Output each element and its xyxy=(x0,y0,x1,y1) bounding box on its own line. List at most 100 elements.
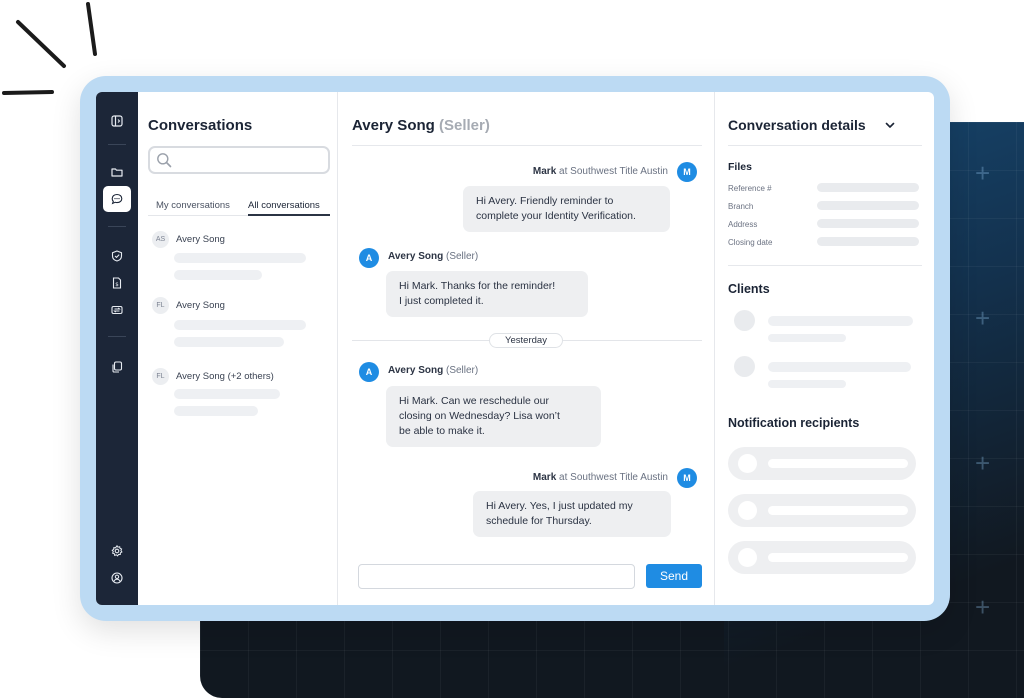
files-section-title: Files xyxy=(728,161,752,173)
field-value-placeholder xyxy=(817,219,919,228)
message-bubble: Hi Mark. Can we reschedule our closing o… xyxy=(386,386,601,447)
left-rail: $ xyxy=(96,92,138,605)
message-sender: Mark at Southwest Title Austin xyxy=(533,166,668,177)
sender-org: at Southwest Title Austin xyxy=(559,166,668,177)
profile-nav-button[interactable] xyxy=(103,565,131,591)
client-avatar-placeholder xyxy=(734,310,755,331)
transfer-icon xyxy=(111,305,123,315)
svg-text:$: $ xyxy=(115,282,119,288)
sender-org: (Seller) xyxy=(445,365,479,376)
message-sender: Avery Song (Seller) xyxy=(388,251,478,262)
message-bubble: Hi Mark. Thanks for the reminder! I just… xyxy=(386,271,588,317)
sender-org: at Southwest Title Austin xyxy=(559,472,668,483)
transfers-nav-button[interactable] xyxy=(103,297,131,323)
field-label: Reference # xyxy=(728,184,772,193)
field-label: Closing date xyxy=(728,238,773,247)
plus-decoration-icon: + xyxy=(975,592,991,622)
files-nav-button[interactable] xyxy=(103,159,131,185)
details-panel: Conversation details Files Reference # B… xyxy=(716,92,934,605)
recipient-name-placeholder xyxy=(768,459,908,468)
message-sender: Avery Song (Seller) xyxy=(388,365,478,376)
avatar: A xyxy=(359,248,379,268)
settings-nav-button[interactable] xyxy=(103,538,131,564)
active-tab-indicator xyxy=(248,214,330,216)
chat-panel: Avery Song (Seller) Mark at Southwest Ti… xyxy=(339,92,715,605)
divider xyxy=(352,145,702,146)
message-bubble: Hi Avery. Yes, I just updated my schedul… xyxy=(473,491,671,537)
sender-name: Avery Song xyxy=(388,365,444,376)
avatar: AS xyxy=(152,231,169,248)
conversations-nav-button[interactable] xyxy=(103,186,131,212)
shield-icon xyxy=(111,250,123,262)
folder-icon xyxy=(111,168,123,177)
field-value-placeholder xyxy=(817,183,919,192)
field-value-placeholder xyxy=(817,201,919,210)
plus-decoration-icon: + xyxy=(975,158,991,188)
details-title: Conversation details xyxy=(728,117,866,133)
clients-section-title: Clients xyxy=(728,282,770,296)
client-placeholder xyxy=(768,380,846,388)
tab-all-conversations[interactable]: All conversations xyxy=(248,200,320,211)
field-value-placeholder xyxy=(817,237,919,246)
conversation-list-item[interactable]: AS Avery Song xyxy=(152,231,332,291)
contact-name: Avery Song xyxy=(352,117,435,134)
chat-header: Avery Song (Seller) xyxy=(352,117,490,134)
preview-placeholder xyxy=(174,253,306,263)
rail-divider xyxy=(108,336,126,337)
rail-divider xyxy=(108,144,126,145)
avatar: M xyxy=(677,468,697,488)
conversation-tabs: My conversations All conversations xyxy=(148,198,330,216)
search-input[interactable] xyxy=(148,146,330,174)
client-placeholder xyxy=(768,316,913,326)
tab-my-conversations[interactable]: My conversations xyxy=(156,200,230,211)
recipient-placeholder xyxy=(728,494,916,527)
sidebar-toggle-button[interactable] xyxy=(103,108,131,134)
app-window: $ Conversations My conversations All con… xyxy=(96,92,934,605)
preview-placeholder xyxy=(174,270,262,280)
field-label: Address xyxy=(728,220,758,229)
chat-icon xyxy=(111,193,123,205)
preview-placeholder xyxy=(174,406,258,416)
recipient-avatar-placeholder xyxy=(738,501,757,520)
plus-decoration-icon: + xyxy=(975,303,991,333)
plus-decoration-icon: + xyxy=(975,448,991,478)
conversations-panel: Conversations My conversations All conve… xyxy=(138,92,338,605)
client-placeholder xyxy=(768,334,846,342)
sender-name: Avery Song xyxy=(388,251,444,262)
client-placeholder xyxy=(768,362,911,372)
recipient-placeholder xyxy=(728,541,916,574)
avatar: M xyxy=(677,162,697,182)
conversation-list-item[interactable]: FL Avery Song (+2 others) xyxy=(152,368,332,428)
search-icon xyxy=(157,153,172,168)
conversation-list-item[interactable]: FL Avery Song xyxy=(152,297,332,357)
avatar: FL xyxy=(152,368,169,385)
recipient-avatar-placeholder xyxy=(738,454,757,473)
divider xyxy=(728,145,922,146)
contact-role: (Seller) xyxy=(438,117,490,134)
message-sender: Mark at Southwest Title Austin xyxy=(533,472,668,483)
security-nav-button[interactable] xyxy=(103,243,131,269)
sender-org: (Seller) xyxy=(445,251,479,262)
send-button[interactable]: Send xyxy=(646,564,702,588)
conversation-name: Avery Song (+2 others) xyxy=(176,371,274,382)
gear-icon xyxy=(111,545,123,557)
user-circle-icon xyxy=(111,572,123,584)
rail-divider xyxy=(108,226,126,227)
message-input[interactable] xyxy=(358,564,635,589)
preview-placeholder xyxy=(174,389,280,399)
notification-recipients-title: Notification recipients xyxy=(728,416,860,430)
day-separator-label: Yesterday xyxy=(489,333,563,348)
copy-nav-button[interactable] xyxy=(103,354,131,380)
sender-name: Mark xyxy=(532,166,557,177)
avatar: A xyxy=(359,362,379,382)
recipient-name-placeholder xyxy=(768,506,908,515)
conversations-title: Conversations xyxy=(148,117,253,134)
recipient-name-placeholder xyxy=(768,553,908,562)
documents-nav-button[interactable]: $ xyxy=(103,270,131,296)
chevron-down-icon[interactable] xyxy=(884,119,896,131)
document-icon: $ xyxy=(112,277,122,289)
conversation-name: Avery Song xyxy=(176,300,225,311)
message-bubble: Hi Avery. Friendly reminder to complete … xyxy=(463,186,670,232)
field-label: Branch xyxy=(728,202,754,211)
preview-placeholder xyxy=(174,320,306,330)
